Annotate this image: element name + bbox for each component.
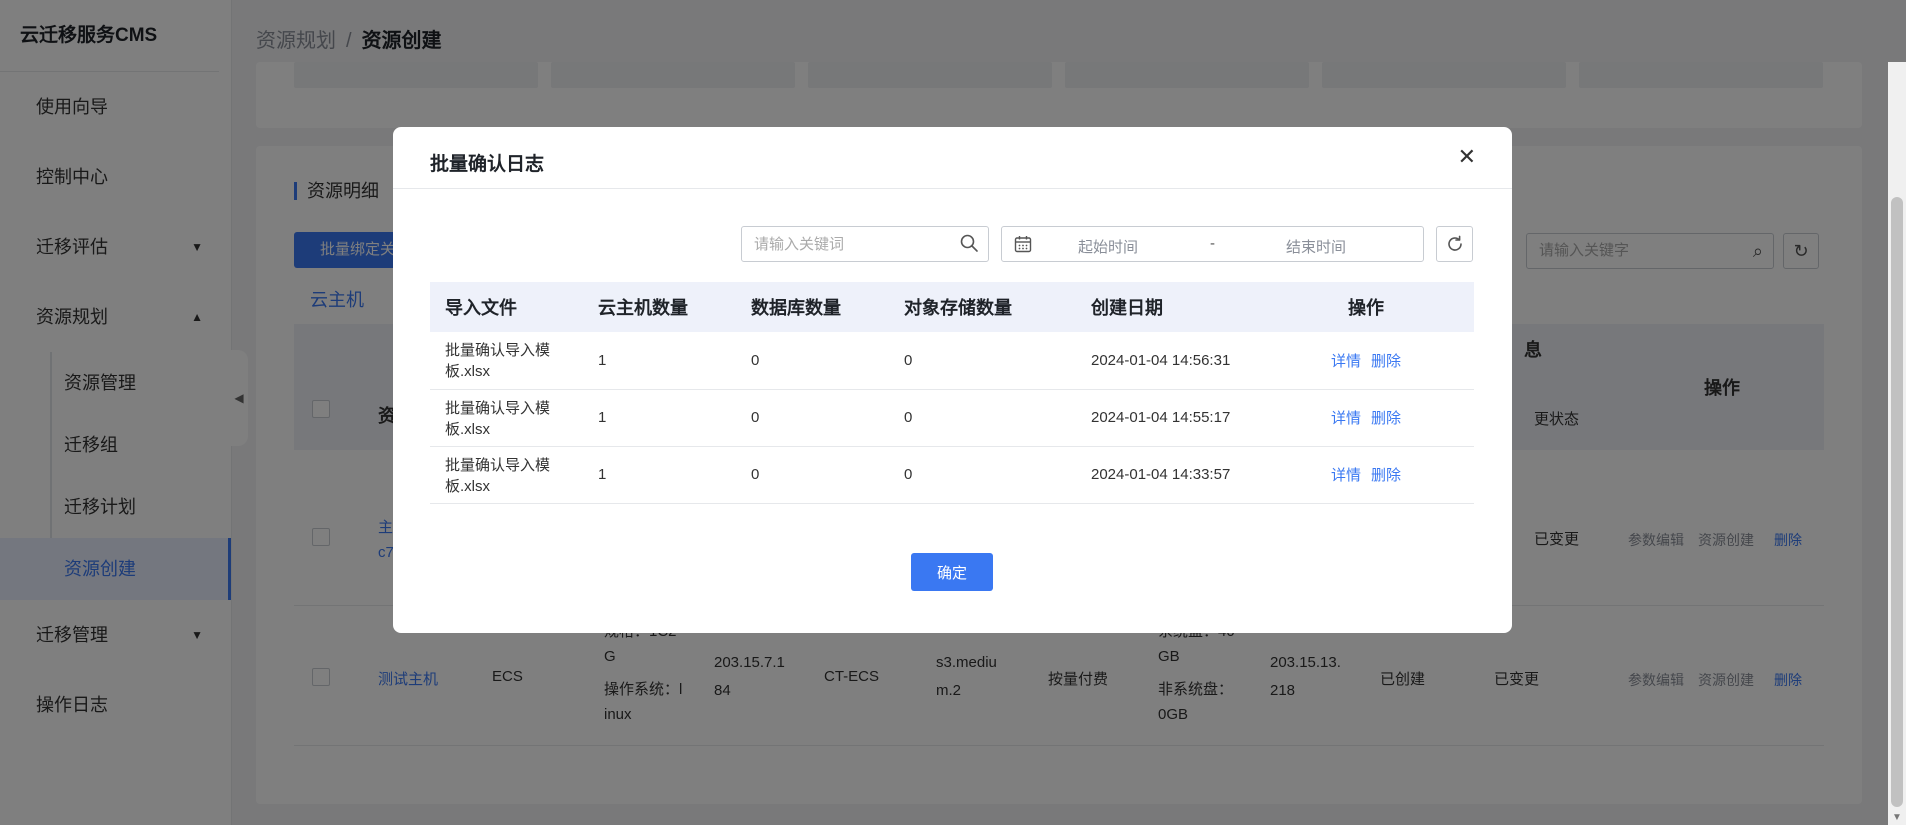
- cell-dbs: 0: [736, 389, 889, 447]
- cell-ops: 详情 删除: [1258, 389, 1474, 447]
- cell-oss: 0: [889, 389, 1076, 447]
- cell-date: 2024-01-04 14:55:17: [1076, 389, 1258, 447]
- date-start-input[interactable]: 起始时间: [1078, 236, 1138, 257]
- refresh-icon: [1448, 235, 1462, 251]
- search-icon[interactable]: [959, 233, 979, 253]
- dialog-header: 批量确认日志 ✕: [393, 127, 1512, 189]
- cell-date: 2024-01-04 14:33:57: [1076, 446, 1258, 504]
- close-icon[interactable]: ✕: [1458, 145, 1476, 169]
- table-row: 批量确认导入模板.xlsx 1 0 0 2024-01-04 14:33:57 …: [430, 446, 1474, 504]
- cell-ops: 详情 删除: [1258, 332, 1474, 390]
- scrollbar-thumb[interactable]: [1891, 197, 1903, 807]
- column-header-oss: 对象存储数量: [889, 282, 1076, 332]
- cell-file: 批量确认导入模板.xlsx: [430, 389, 583, 447]
- cell-file: 批量确认导入模板.xlsx: [430, 446, 583, 504]
- column-header-hosts: 云主机数量: [583, 282, 736, 332]
- delete-link[interactable]: 删除: [1371, 410, 1401, 427]
- cell-oss: 0: [889, 332, 1076, 390]
- cell-dbs: 0: [736, 332, 889, 390]
- confirm-log-table: 导入文件 云主机数量 数据库数量 对象存储数量 创建日期 操作 批量确认导入模板…: [430, 282, 1474, 504]
- confirm-button[interactable]: 确定: [911, 553, 993, 591]
- calendar-icon: [1014, 236, 1032, 253]
- column-header-file: 导入文件: [430, 282, 583, 332]
- table-row: 批量确认导入模板.xlsx 1 0 0 2024-01-04 14:56:31 …: [430, 332, 1474, 390]
- column-header-dbs: 数据库数量: [736, 282, 889, 332]
- refresh-button[interactable]: [1436, 226, 1473, 262]
- column-header-date: 创建日期: [1076, 282, 1258, 332]
- cell-hosts: 1: [583, 446, 736, 504]
- cell-oss: 0: [889, 446, 1076, 504]
- detail-link[interactable]: 详情: [1331, 467, 1361, 484]
- cell-hosts: 1: [583, 389, 736, 447]
- delete-link[interactable]: 删除: [1371, 353, 1401, 370]
- date-end-input[interactable]: 结束时间: [1286, 236, 1346, 257]
- table-row: 批量确认导入模板.xlsx 1 0 0 2024-01-04 14:55:17 …: [430, 389, 1474, 447]
- detail-link[interactable]: 详情: [1331, 353, 1361, 370]
- detail-link[interactable]: 详情: [1331, 410, 1361, 427]
- keyword-search-input[interactable]: [741, 226, 989, 262]
- cell-ops: 详情 删除: [1258, 446, 1474, 504]
- scroll-down-icon[interactable]: ▼: [1892, 812, 1902, 823]
- batch-confirm-log-dialog: 批量确认日志 ✕ 起始时间 - 结束时间 导入文件 云主机数量: [393, 127, 1512, 633]
- delete-link[interactable]: 删除: [1371, 467, 1401, 484]
- cell-hosts: 1: [583, 332, 736, 390]
- column-header-ops: 操作: [1258, 282, 1474, 332]
- date-range-picker[interactable]: 起始时间 - 结束时间: [1001, 226, 1424, 262]
- cell-file: 批量确认导入模板.xlsx: [430, 332, 583, 390]
- date-separator: -: [1210, 235, 1215, 252]
- page-scrollbar[interactable]: ▼: [1888, 62, 1906, 825]
- table-header-row: 导入文件 云主机数量 数据库数量 对象存储数量 创建日期 操作: [430, 282, 1474, 332]
- dialog-title: 批量确认日志: [430, 154, 545, 175]
- cell-date: 2024-01-04 14:56:31: [1076, 332, 1258, 390]
- cell-dbs: 0: [736, 446, 889, 504]
